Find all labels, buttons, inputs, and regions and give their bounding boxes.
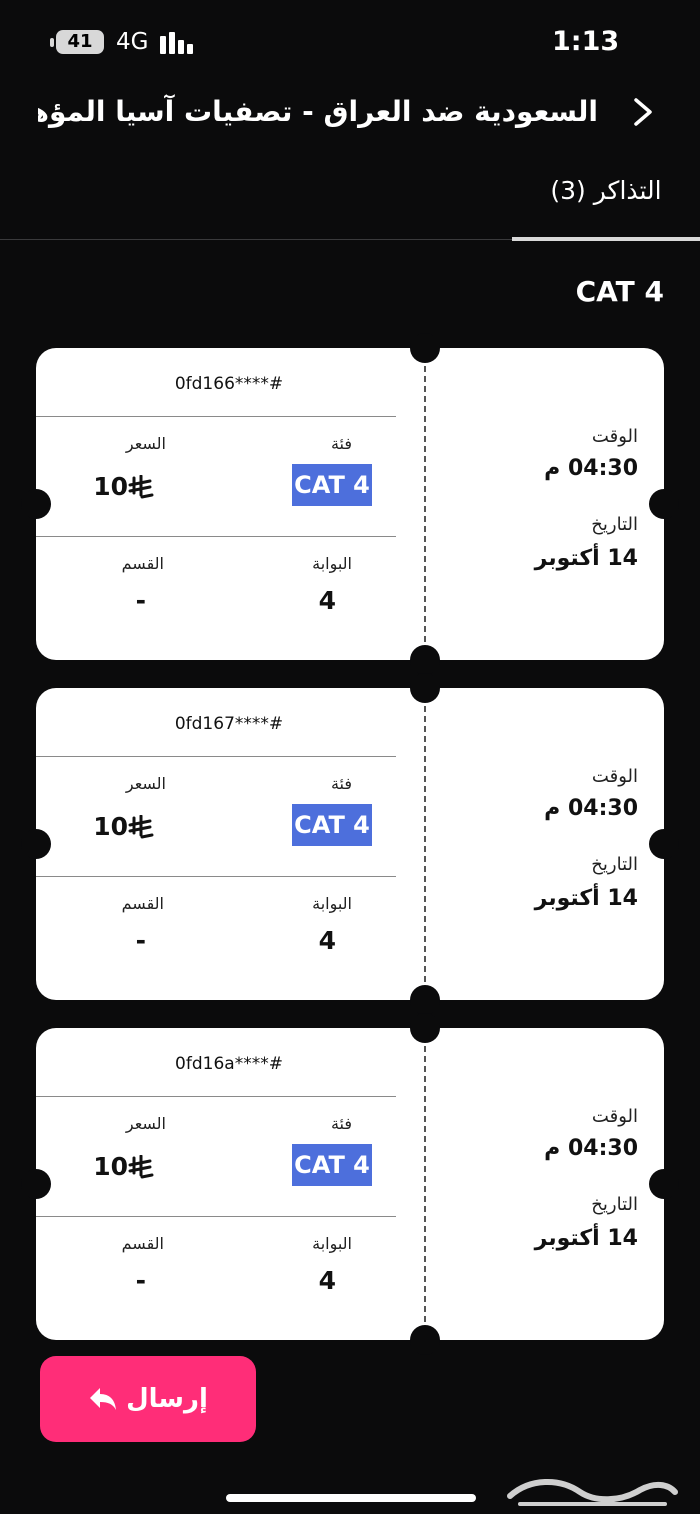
gate-label: البوابة <box>312 894 352 913</box>
ticket-notch <box>21 489 51 519</box>
section-label: القسم <box>121 894 164 913</box>
category-label: فئة <box>330 434 352 453</box>
battery-icon: 41 <box>56 30 104 54</box>
ticket-notch <box>21 829 51 859</box>
gate-value: 4 <box>318 586 336 615</box>
section-label: القسم <box>121 1234 164 1253</box>
price-label: السعر <box>125 434 166 453</box>
signal-icon <box>160 32 200 54</box>
category-badge: CAT 4 <box>292 464 372 506</box>
tab-bar: التذاكر (3) <box>0 144 700 241</box>
ticket-notch <box>410 985 440 1015</box>
section-title: CAT 4 <box>575 275 664 308</box>
time-label: الوقت <box>591 426 638 447</box>
time-value: 04:30 م <box>544 456 638 481</box>
ticket-notch <box>410 645 440 675</box>
riyal-symbol-icon <box>128 475 154 499</box>
ticket-notch <box>649 489 679 519</box>
category-label: فئة <box>330 774 352 793</box>
time-label: الوقت <box>591 766 638 787</box>
network-type: 4G <box>116 29 149 55</box>
chevron-right-icon <box>634 98 652 126</box>
riyal-symbol-icon <box>128 1155 154 1179</box>
gate-value: 4 <box>318 926 336 955</box>
back-button[interactable] <box>624 92 664 132</box>
reply-arrow-icon <box>90 1388 117 1410</box>
battery-tip <box>50 38 54 47</box>
divider <box>36 536 396 537</box>
date-label: التاريخ <box>591 514 638 535</box>
price-label: السعر <box>125 1114 166 1133</box>
section-label: القسم <box>121 554 164 573</box>
section-value: - <box>135 1266 146 1295</box>
divider <box>36 756 396 757</box>
ticket-notch <box>410 673 440 703</box>
price-value: 10 <box>93 1152 162 1181</box>
tab-tickets[interactable]: التذاكر (3) <box>512 166 700 241</box>
date-value: 14 أكتوبر <box>534 886 638 911</box>
ticket-card[interactable]: 0fd167****# السعر 10 فئة CAT 4 القسم - ا… <box>21 673 679 1015</box>
time-value: 04:30 م <box>544 796 638 821</box>
ticket-id: 0fd16a****# <box>175 1054 283 1074</box>
category-badge: CAT 4 <box>292 804 372 846</box>
date-value: 14 أكتوبر <box>534 546 638 571</box>
ticket-notch <box>649 829 679 859</box>
category-label: فئة <box>330 1114 352 1133</box>
ticket-perforation <box>424 366 426 642</box>
tab-underline <box>512 237 700 241</box>
gate-label: البوابة <box>312 554 352 573</box>
send-button-label: إرسال <box>126 1384 208 1414</box>
price-amount: 10 <box>93 812 128 841</box>
status-bar: 41 4G 1:13 <box>0 0 700 84</box>
date-value: 14 أكتوبر <box>534 1226 638 1251</box>
ticket-perforation <box>424 706 426 982</box>
ticket-id: 0fd166****# <box>174 374 284 394</box>
time-label: الوقت <box>591 1106 638 1127</box>
section-value: - <box>135 586 146 615</box>
haraj-watermark-logo <box>507 1479 678 1506</box>
send-button[interactable]: إرسال <box>40 1356 256 1442</box>
price-amount: 10 <box>93 1152 128 1181</box>
header: السعودية ضد العراق - تصفيات آسيا المؤهلة… <box>0 84 700 144</box>
ticket-card[interactable]: 0fd166****# السعر 10 فئة CAT 4 القسم - ا… <box>21 333 679 675</box>
ticket-notch <box>410 333 440 363</box>
price-value: 10 <box>93 812 162 841</box>
price-label: السعر <box>125 774 166 793</box>
tab-tickets-label: التذاكر (3) <box>550 176 662 205</box>
ticket-notch <box>410 1013 440 1043</box>
ticket-perforation <box>424 1046 426 1322</box>
ticket-card[interactable]: 0fd16a****# السعر 10 فئة CAT 4 القسم - ا… <box>21 1013 679 1355</box>
time-value: 04:30 م <box>544 1136 638 1161</box>
section-value: - <box>135 926 146 955</box>
divider <box>36 876 396 877</box>
home-indicator <box>226 1494 476 1502</box>
ticket-notch <box>21 1169 51 1199</box>
date-label: التاريخ <box>591 854 638 875</box>
divider <box>36 416 396 417</box>
ticket-notch <box>410 1325 440 1355</box>
divider <box>36 1216 396 1217</box>
gate-value: 4 <box>318 1266 336 1295</box>
divider <box>36 1096 396 1097</box>
category-badge: CAT 4 <box>292 1144 372 1186</box>
price-value: 10 <box>93 472 162 501</box>
date-label: التاريخ <box>591 1194 638 1215</box>
price-amount: 10 <box>93 472 128 501</box>
riyal-symbol-icon <box>128 815 154 839</box>
ticket-notch <box>649 1169 679 1199</box>
gate-label: البوابة <box>312 1234 352 1253</box>
ticket-list-screen: 41 4G 1:13 السعودية ضد العراق - تصفيات آ… <box>0 0 700 1514</box>
page-title: السعودية ضد العراق - تصفيات آسيا المؤهلة… <box>38 95 598 128</box>
ticket-id: 0fd167****# <box>174 714 284 734</box>
clock: 1:13 <box>552 26 620 57</box>
